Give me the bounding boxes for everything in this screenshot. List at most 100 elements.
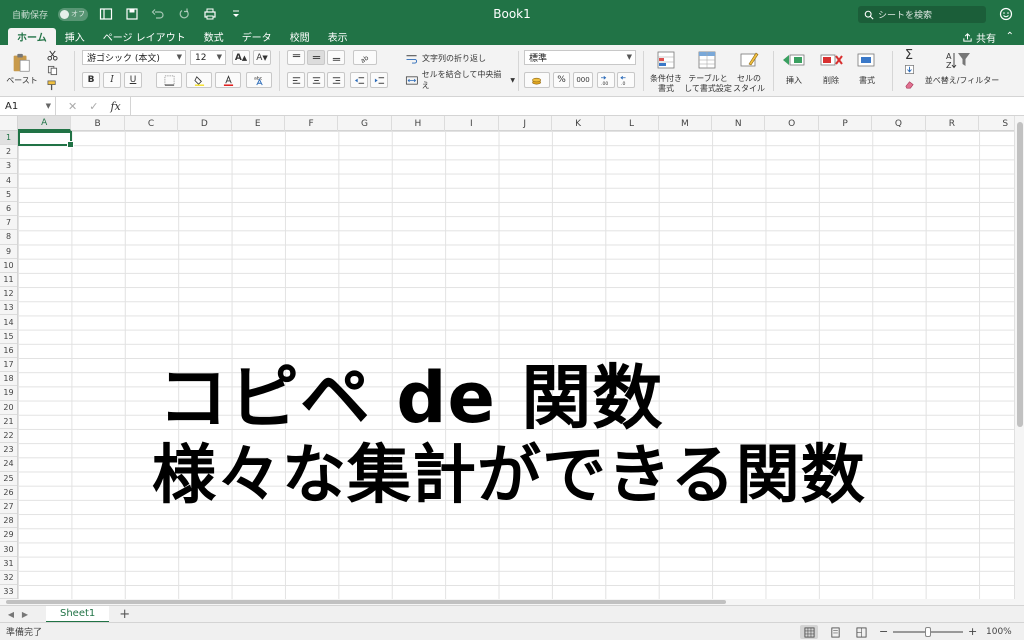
page-break-view-icon[interactable]: [852, 625, 870, 639]
format-painter-icon[interactable]: [45, 79, 59, 91]
print-icon[interactable]: [202, 6, 218, 22]
decrease-decimal-button[interactable]: .0: [617, 72, 635, 88]
clear-eraser-icon[interactable]: [900, 78, 918, 91]
row-header[interactable]: 18: [0, 372, 17, 387]
comma-style-button[interactable]: 000: [573, 72, 593, 88]
font-name-dropdown[interactable]: 游ゴシック (本文) ▼: [82, 50, 186, 65]
autosave-toggle[interactable]: オフ: [58, 7, 89, 21]
row-header[interactable]: 19: [0, 386, 17, 401]
zoom-out-icon[interactable]: −: [879, 625, 888, 638]
row-header[interactable]: 14: [0, 315, 17, 330]
increase-indent-button[interactable]: [370, 72, 388, 88]
zoom-level[interactable]: 100%: [986, 627, 1012, 637]
row-header[interactable]: 11: [0, 273, 17, 288]
select-all-corner[interactable]: [0, 116, 18, 131]
page-layout-view-icon[interactable]: [826, 625, 844, 639]
column-header[interactable]: Q: [872, 116, 926, 131]
row-header[interactable]: 33: [0, 585, 17, 599]
row-header[interactable]: 12: [0, 287, 17, 302]
column-header[interactable]: I: [445, 116, 499, 131]
align-middle-button[interactable]: [307, 50, 325, 65]
column-header[interactable]: E: [232, 116, 285, 131]
decrease-indent-button[interactable]: [350, 72, 368, 88]
fill-color-button[interactable]: [186, 72, 212, 88]
column-header[interactable]: N: [712, 116, 766, 131]
redo-icon[interactable]: [176, 6, 192, 22]
row-header[interactable]: 26: [0, 486, 17, 500]
tab-insert[interactable]: 挿入: [56, 28, 94, 45]
column-header[interactable]: H: [392, 116, 446, 131]
format-as-table-button[interactable]: [695, 49, 719, 71]
row-header[interactable]: 9: [0, 245, 17, 259]
normal-view-icon[interactable]: [800, 625, 818, 639]
row-header[interactable]: 31: [0, 557, 17, 571]
align-right-button[interactable]: [327, 72, 345, 88]
format-cells-button[interactable]: [853, 49, 881, 71]
share-button[interactable]: 共有: [962, 30, 996, 45]
save-icon[interactable]: [124, 6, 140, 22]
row-header[interactable]: 20: [0, 401, 17, 415]
row-header[interactable]: 8: [0, 230, 17, 245]
increase-decimal-button[interactable]: .00: [597, 72, 615, 88]
insert-cells-button[interactable]: [780, 49, 808, 71]
horizontal-scroll-thumb[interactable]: [6, 600, 726, 604]
vertical-scroll-thumb[interactable]: [1017, 122, 1023, 427]
column-header[interactable]: M: [659, 116, 713, 131]
insert-function-button[interactable]: fx: [110, 100, 120, 113]
row-header[interactable]: 27: [0, 500, 17, 515]
decrease-font-size-button[interactable]: A ▼: [253, 50, 271, 65]
tab-review[interactable]: 校閲: [281, 28, 319, 45]
bold-button[interactable]: B: [82, 72, 100, 88]
font-size-dropdown[interactable]: 12 ▼: [190, 50, 226, 65]
row-header[interactable]: 13: [0, 301, 17, 316]
sheet-search-input[interactable]: シートを検索: [858, 6, 986, 23]
row-header[interactable]: 17: [0, 358, 17, 373]
align-top-button[interactable]: [287, 50, 305, 65]
underline-button[interactable]: U: [124, 72, 142, 88]
customize-toolbar-icon[interactable]: [228, 6, 244, 22]
row-header[interactable]: 16: [0, 344, 17, 358]
next-sheet-icon[interactable]: ▶: [18, 610, 32, 619]
column-header[interactable]: D: [178, 116, 232, 131]
borders-button[interactable]: [156, 72, 182, 88]
row-header[interactable]: 21: [0, 415, 17, 429]
row-header[interactable]: 1: [0, 131, 17, 146]
column-header[interactable]: G: [338, 116, 392, 131]
row-header[interactable]: 6: [0, 202, 17, 217]
row-header[interactable]: 23: [0, 443, 17, 458]
cell-styles-button[interactable]: [737, 49, 761, 71]
confirm-entry-icon[interactable]: ✓: [89, 100, 98, 113]
zoom-in-icon[interactable]: +: [968, 625, 977, 638]
tab-formulas[interactable]: 数式: [195, 28, 233, 45]
tab-view[interactable]: 表示: [319, 28, 357, 45]
row-header[interactable]: 10: [0, 259, 17, 273]
row-header[interactable]: 2: [0, 145, 17, 160]
percent-style-button[interactable]: %: [553, 72, 570, 88]
cut-icon[interactable]: [45, 49, 59, 61]
formula-input[interactable]: [130, 96, 1024, 116]
row-header[interactable]: 32: [0, 571, 17, 585]
wrap-text-button[interactable]: 文字列の折り返し: [405, 51, 495, 65]
row-header[interactable]: 22: [0, 429, 17, 444]
row-header[interactable]: 28: [0, 514, 17, 529]
column-header[interactable]: F: [285, 116, 339, 131]
row-header[interactable]: 24: [0, 457, 17, 472]
copy-icon[interactable]: [45, 64, 59, 76]
tab-data[interactable]: データ: [233, 28, 281, 45]
column-header[interactable]: P: [819, 116, 873, 131]
row-header[interactable]: 5: [0, 188, 17, 202]
column-header[interactable]: J: [499, 116, 552, 131]
column-header[interactable]: K: [552, 116, 606, 131]
row-header[interactable]: 4: [0, 174, 17, 188]
conditional-format-button[interactable]: [654, 49, 678, 71]
zoom-slider[interactable]: [893, 627, 963, 637]
align-bottom-button[interactable]: [327, 50, 345, 65]
phonetic-guide-button[interactable]: abc: [246, 72, 272, 88]
merge-center-button[interactable]: セルを結合して中央揃え ▼: [405, 70, 515, 90]
row-header[interactable]: 25: [0, 472, 17, 486]
sidebar-icon[interactable]: [98, 6, 114, 22]
prev-sheet-icon[interactable]: ◀: [4, 610, 18, 619]
column-header[interactable]: A: [18, 116, 72, 131]
row-header[interactable]: 3: [0, 159, 17, 174]
cancel-entry-icon[interactable]: ✕: [68, 100, 77, 113]
